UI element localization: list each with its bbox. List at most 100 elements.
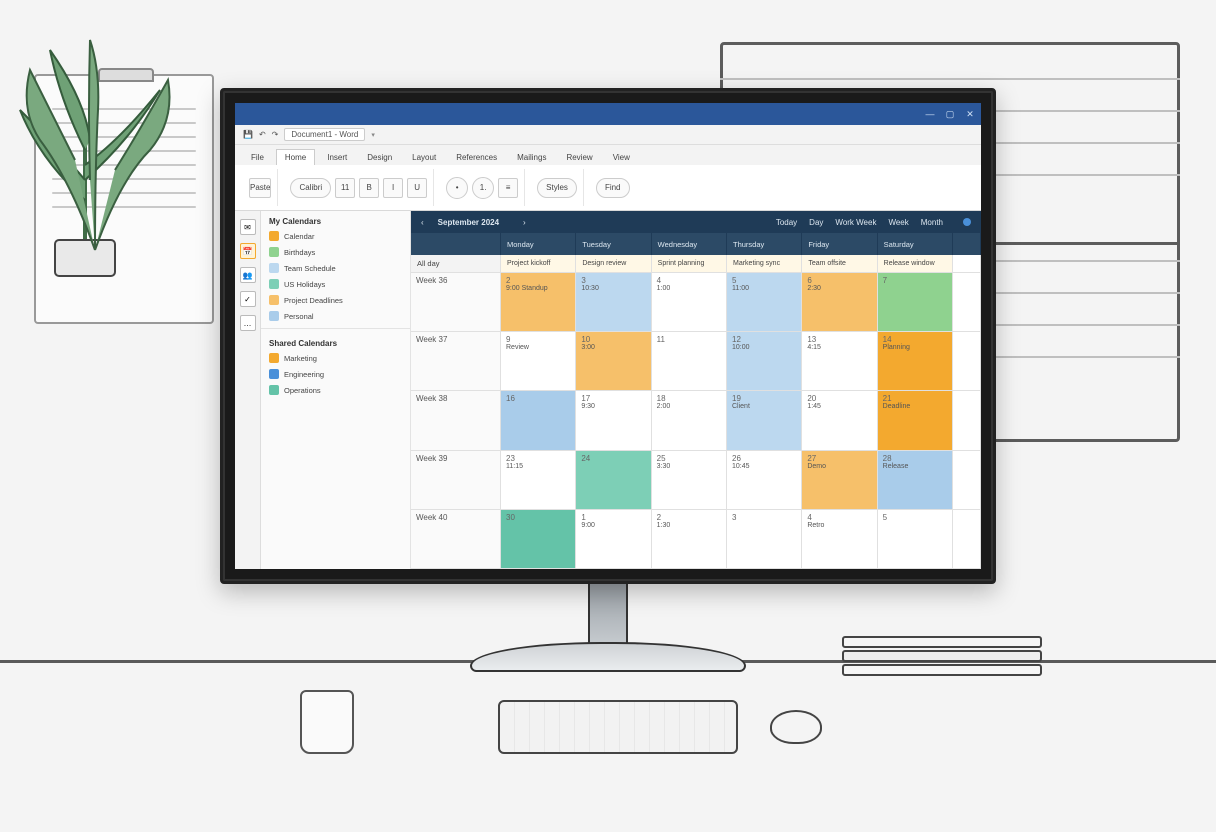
nav-item-4[interactable]: … bbox=[240, 315, 256, 331]
calendar-cell[interactable]: 1210:00 bbox=[727, 332, 802, 391]
calendar-view-tab-today[interactable]: Today bbox=[776, 218, 797, 227]
ribbon-tab-view[interactable]: View bbox=[605, 150, 638, 165]
allday-event[interactable]: Release window bbox=[878, 255, 953, 273]
save-icon[interactable]: 💾 bbox=[243, 130, 253, 139]
underline-button[interactable]: U bbox=[407, 178, 427, 198]
ribbon-tab-review[interactable]: Review bbox=[558, 150, 600, 165]
sidebar-calendar-item[interactable]: Personal bbox=[261, 308, 410, 324]
calendar-cell[interactable]: 62:30 bbox=[802, 273, 877, 332]
sidebar-calendar-item[interactable]: Project Deadlines bbox=[261, 292, 410, 308]
calendar-cell[interactable]: 28Release bbox=[878, 451, 953, 510]
event-label: 9:00 Standup bbox=[506, 285, 570, 293]
calendar-cell[interactable]: 511:00 bbox=[727, 273, 802, 332]
calendar-cell[interactable]: 4Retro bbox=[802, 510, 877, 569]
bullets-button[interactable]: • bbox=[446, 177, 468, 199]
date-number: 20 bbox=[807, 394, 871, 403]
nav-item-2[interactable]: 👥 bbox=[240, 267, 256, 283]
week-label: Week 39 bbox=[411, 451, 501, 510]
calendar-view-tab-month[interactable]: Month bbox=[921, 218, 943, 227]
date-number: 4 bbox=[657, 276, 721, 285]
calendar-cell[interactable]: 30 bbox=[501, 510, 576, 569]
sidebar-item-label: Personal bbox=[284, 312, 314, 321]
calendar-prev-icon[interactable]: ‹ bbox=[421, 218, 424, 227]
calendar-next-icon[interactable]: › bbox=[523, 218, 526, 227]
calendar-view-tab-week[interactable]: Week bbox=[888, 218, 908, 227]
allday-event[interactable]: Sprint planning bbox=[652, 255, 727, 273]
paste-button[interactable]: Paste bbox=[249, 178, 271, 198]
calendar-cell[interactable]: 179:30 bbox=[576, 391, 651, 450]
sidebar-calendar-item[interactable]: Engineering bbox=[261, 366, 410, 382]
allday-event[interactable]: Project kickoff bbox=[501, 255, 576, 273]
calendar-cell[interactable]: 11 bbox=[652, 332, 727, 391]
calendar-view-tab-work-week[interactable]: Work Week bbox=[835, 218, 876, 227]
calendar-cell[interactable]: 2610:45 bbox=[727, 451, 802, 510]
calendar-cell[interactable]: 21:30 bbox=[652, 510, 727, 569]
ribbon-tab-insert[interactable]: Insert bbox=[319, 150, 355, 165]
calendar-cell[interactable]: 182:00 bbox=[652, 391, 727, 450]
calendar-cell[interactable]: 253:30 bbox=[652, 451, 727, 510]
sidebar-calendar-item[interactable]: US Holidays bbox=[261, 276, 410, 292]
calendar-cell[interactable]: 2311:15 bbox=[501, 451, 576, 510]
calendar-cell[interactable]: 27Demo bbox=[802, 451, 877, 510]
align-button[interactable]: ≡ bbox=[498, 178, 518, 198]
calendar-grid[interactable]: Week 3629:00 Standup310:3041:00511:0062:… bbox=[411, 273, 981, 569]
calendar-cell[interactable]: 103:00 bbox=[576, 332, 651, 391]
event-label: 1:45 bbox=[807, 403, 871, 411]
calendar-cell[interactable]: 3 bbox=[727, 510, 802, 569]
event-label: 2:30 bbox=[807, 285, 871, 293]
date-number: 28 bbox=[883, 454, 947, 463]
calendar-cell[interactable]: 134:15 bbox=[802, 332, 877, 391]
calendar-cell[interactable]: 16 bbox=[501, 391, 576, 450]
calendar-cell[interactable]: 14Planning bbox=[878, 332, 953, 391]
window-maximize-button[interactable]: ▢ bbox=[945, 109, 955, 120]
ribbon-tab-file[interactable]: File bbox=[243, 150, 272, 165]
date-number: 12 bbox=[732, 335, 796, 344]
calendar-view-tab-day[interactable]: Day bbox=[809, 218, 823, 227]
calendar-cell[interactable]: 41:00 bbox=[652, 273, 727, 332]
calendar-cell[interactable]: 29:00 Standup bbox=[501, 273, 576, 332]
sidebar-calendar-item[interactable]: Operations bbox=[261, 382, 410, 398]
calendar-cell[interactable]: 201:45 bbox=[802, 391, 877, 450]
numbering-button[interactable]: 1. bbox=[472, 177, 494, 199]
allday-event[interactable]: Design review bbox=[576, 255, 651, 273]
undo-icon[interactable]: ↶ bbox=[259, 130, 266, 139]
styles-gallery[interactable]: Styles bbox=[537, 178, 577, 198]
bold-button[interactable]: B bbox=[359, 178, 379, 198]
ribbon-tab-mailings[interactable]: Mailings bbox=[509, 150, 554, 165]
nav-item-3[interactable]: ✓ bbox=[240, 291, 256, 307]
font-size-selector[interactable]: 11 bbox=[335, 178, 355, 198]
allday-event[interactable]: Team offsite bbox=[802, 255, 877, 273]
calendar-cell[interactable]: 310:30 bbox=[576, 273, 651, 332]
font-name-selector[interactable]: Calibri bbox=[290, 178, 331, 198]
sidebar-calendar-item[interactable]: Calendar bbox=[261, 228, 410, 244]
nav-item-1[interactable]: 📅 bbox=[240, 243, 256, 259]
chevron-down-icon[interactable]: ▾ bbox=[371, 131, 375, 139]
event-label: 1:30 bbox=[657, 522, 721, 530]
calendar-cell[interactable]: 7 bbox=[878, 273, 953, 332]
sidebar-calendar-item[interactable]: Team Schedule bbox=[261, 260, 410, 276]
nav-item-0[interactable]: ✉ bbox=[240, 219, 256, 235]
ribbon-tab-references[interactable]: References bbox=[448, 150, 505, 165]
calendar-cell[interactable]: 24 bbox=[576, 451, 651, 510]
sidebar-heading-my-calendars: My Calendars bbox=[261, 211, 410, 228]
calendar-cell[interactable]: 5 bbox=[878, 510, 953, 569]
event-label: Deadline bbox=[883, 403, 947, 411]
find-button[interactable]: Find bbox=[596, 178, 630, 198]
window-minimize-button[interactable]: — bbox=[925, 109, 935, 119]
ribbon-tab-design[interactable]: Design bbox=[359, 150, 400, 165]
ribbon-tab-layout[interactable]: Layout bbox=[404, 150, 444, 165]
italic-button[interactable]: I bbox=[383, 178, 403, 198]
calendar-cell[interactable]: 19Client bbox=[727, 391, 802, 450]
allday-end bbox=[953, 255, 981, 273]
allday-event[interactable]: Marketing sync bbox=[727, 255, 802, 273]
window-close-button[interactable]: ✕ bbox=[965, 109, 975, 120]
event-label: Planning bbox=[883, 344, 947, 352]
calendar-cell[interactable]: 21Deadline bbox=[878, 391, 953, 450]
calendar-cell[interactable]: 9Review bbox=[501, 332, 576, 391]
redo-icon[interactable]: ↷ bbox=[272, 130, 279, 139]
sidebar-calendar-item[interactable]: Marketing bbox=[261, 350, 410, 366]
color-swatch bbox=[269, 353, 279, 363]
sidebar-calendar-item[interactable]: Birthdays bbox=[261, 244, 410, 260]
ribbon-tab-home[interactable]: Home bbox=[276, 149, 315, 165]
calendar-cell[interactable]: 19:00 bbox=[576, 510, 651, 569]
